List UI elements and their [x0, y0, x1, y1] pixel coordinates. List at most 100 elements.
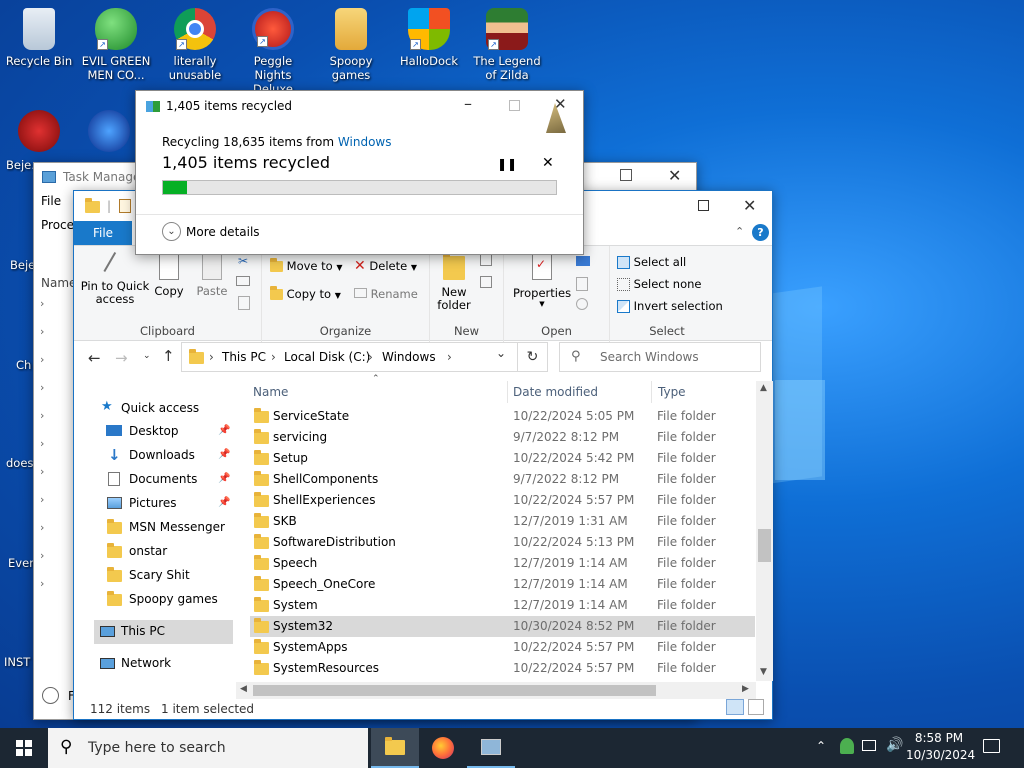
table-row[interactable]: System 12/7/2019 1:14 AM File folder: [250, 595, 755, 616]
notifications-icon[interactable]: [983, 739, 1000, 753]
search-input[interactable]: ⚲ Search Windows: [559, 342, 761, 372]
desktop-icon-spoopy-games[interactable]: Spoopy games: [313, 8, 389, 82]
close-icon[interactable]: ✕: [743, 196, 756, 215]
table-row[interactable]: Speech 12/7/2019 1:14 AM File folder: [250, 553, 755, 574]
desktop-icon-recycle-bin[interactable]: Recycle Bin: [1, 8, 77, 68]
up-icon[interactable]: ↑: [162, 347, 175, 365]
chevron-right-icon[interactable]: ›: [40, 374, 52, 402]
column-header-type[interactable]: Type: [658, 385, 686, 399]
edit-icon[interactable]: [576, 277, 588, 291]
nav-quick-access[interactable]: Quick access: [121, 401, 199, 415]
table-row[interactable]: servicing 9/7/2022 8:12 PM File folder: [250, 427, 755, 448]
taskbar-file-explorer[interactable]: [371, 728, 419, 768]
recycle-progress-dialog[interactable]: 1,405 items recycled – ✕ Recycling 18,63…: [135, 90, 584, 255]
table-row-selected[interactable]: System32 10/30/2024 8:52 PM File folder: [250, 616, 755, 637]
copy-to-button[interactable]: Copy to ▼: [270, 286, 341, 301]
chevron-right-icon[interactable]: ›: [40, 542, 52, 570]
chevron-right-icon[interactable]: ›: [40, 486, 52, 514]
chevron-right-icon[interactable]: ›: [40, 318, 52, 346]
clock[interactable]: 8:58 PM 10/30/2024: [906, 730, 975, 764]
select-none-button[interactable]: Select none: [617, 277, 701, 291]
chevron-right-icon[interactable]: ›: [40, 346, 52, 374]
table-row[interactable]: Setup 10/22/2024 5:42 PM File folder: [250, 448, 755, 469]
desktop-icon-bejeweled-2[interactable]: [88, 110, 130, 152]
table-row[interactable]: SystemApps 10/22/2024 5:57 PM File folder: [250, 637, 755, 658]
maximize-icon[interactable]: [698, 200, 709, 211]
nav-item-this-pc[interactable]: This PC: [94, 620, 233, 644]
forward-icon[interactable]: →: [115, 349, 128, 367]
address-bar[interactable]: › This PC › Local Disk (C:) › Windows › …: [181, 342, 518, 372]
recycle-source-link[interactable]: Windows: [338, 135, 392, 149]
chevron-right-icon[interactable]: ›: [40, 402, 52, 430]
new-item-icon[interactable]: [480, 254, 492, 266]
collapse-ribbon-icon[interactable]: ⌃: [735, 225, 744, 238]
maximize-icon[interactable]: [509, 100, 520, 111]
breadcrumb-this-pc[interactable]: This PC: [222, 350, 266, 364]
desktop-icon-literally-unusable[interactable]: ↗ literally unusable: [157, 8, 233, 82]
table-row[interactable]: SystemResources 10/22/2024 5:57 PM File fo…: [250, 658, 755, 679]
scroll-down-icon[interactable]: ▼: [760, 667, 767, 677]
back-icon[interactable]: ←: [88, 349, 101, 367]
details-view-icon[interactable]: [726, 699, 744, 715]
desktop-icon-legend-of-zilda[interactable]: ↗ The Legend of Zilda: [469, 8, 545, 82]
move-to-button[interactable]: Move to ▼: [270, 258, 343, 273]
new-folder-button[interactable]: New folder: [434, 253, 474, 312]
taskbar-task-manager[interactable]: [467, 728, 515, 768]
breadcrumb-local-disk[interactable]: Local Disk (C:): [284, 350, 370, 364]
properties-button[interactable]: ✓ Properties ▼: [512, 254, 572, 308]
scroll-right-icon[interactable]: ▶: [742, 684, 749, 694]
show-hidden-icons-icon[interactable]: ⌃: [816, 739, 826, 753]
chevron-right-icon[interactable]: ›: [40, 514, 52, 542]
horizontal-scrollbar[interactable]: ◀ ▶: [236, 682, 756, 699]
chevron-right-icon[interactable]: ›: [40, 570, 52, 598]
table-row[interactable]: ServiceState 10/22/2024 5:05 PM File folde…: [250, 406, 755, 427]
table-row[interactable]: ShellComponents 9/7/2022 8:12 PM File fold…: [250, 469, 755, 490]
cancel-icon[interactable]: ✕: [542, 155, 554, 171]
maximize-icon[interactable]: [620, 169, 632, 181]
desktop-icon-bejeweled[interactable]: [18, 110, 60, 152]
address-dropdown-icon[interactable]: ⌄: [496, 346, 506, 360]
chevron-right-icon[interactable]: ›: [40, 290, 52, 318]
fewer-details-icon[interactable]: [42, 687, 59, 704]
help-icon[interactable]: ?: [752, 224, 769, 241]
copy-button[interactable]: Copy: [152, 254, 186, 298]
minimize-icon[interactable]: –: [464, 94, 472, 113]
delete-button[interactable]: ✕ Delete ▼: [354, 258, 417, 274]
task-manager-menu-file[interactable]: File: [41, 194, 61, 208]
desktop-icon-evil-green-men[interactable]: ↗ EVIL GREEN MEN CO...: [78, 8, 154, 82]
recent-locations-icon[interactable]: ⌄: [143, 351, 151, 361]
vertical-scrollbar[interactable]: ▲ ▼: [756, 381, 773, 681]
cut-icon[interactable]: ✂: [238, 254, 248, 268]
people-icon[interactable]: [840, 738, 854, 754]
column-header-date[interactable]: Date modified: [513, 385, 598, 399]
close-icon[interactable]: ✕: [668, 166, 681, 185]
desktop-icon-hallodock[interactable]: ↗ HalloDock: [391, 8, 467, 68]
paste-shortcut-icon[interactable]: [238, 296, 250, 310]
pin-quick-access-button[interactable]: Pin to Quick access: [80, 251, 150, 306]
scrollbar-thumb[interactable]: [758, 529, 771, 562]
scroll-left-icon[interactable]: ◀: [240, 684, 247, 694]
chevron-right-icon[interactable]: ›: [40, 430, 52, 458]
nav-item-network[interactable]: Network: [94, 652, 233, 676]
table-row[interactable]: Speech_OneCore 12/7/2019 1:14 AM File fold…: [250, 574, 755, 595]
desktop-icon-peggle[interactable]: ↗ Peggle Nights Deluxe: [235, 8, 311, 96]
ribbon-tab-file[interactable]: File: [74, 221, 132, 245]
network-status-icon[interactable]: [862, 740, 876, 751]
table-row[interactable]: SKB 12/7/2019 1:31 AM File folder: [250, 511, 755, 532]
history-icon[interactable]: [576, 298, 588, 310]
breadcrumb-windows[interactable]: Windows: [382, 350, 436, 364]
scrollbar-thumb[interactable]: [253, 685, 656, 696]
large-icons-view-icon[interactable]: [748, 699, 764, 715]
taskbar-search-box[interactable]: ⚲ Type here to search: [48, 728, 368, 768]
select-all-button[interactable]: Select all: [617, 255, 686, 269]
copy-path-icon[interactable]: [236, 276, 250, 286]
easy-access-icon[interactable]: [480, 276, 492, 288]
scroll-up-icon[interactable]: ▲: [760, 383, 767, 393]
volume-icon[interactable]: 🔊: [886, 737, 903, 753]
properties-quick-icon[interactable]: [119, 199, 131, 213]
column-header-name[interactable]: Name: [253, 385, 288, 399]
rename-button[interactable]: Rename: [354, 287, 418, 301]
taskbar-firefox[interactable]: [419, 728, 467, 768]
table-row[interactable]: SoftwareDistribution 10/22/2024 5:13 PM Fi…: [250, 532, 755, 553]
refresh-button[interactable]: ↻: [518, 342, 548, 372]
